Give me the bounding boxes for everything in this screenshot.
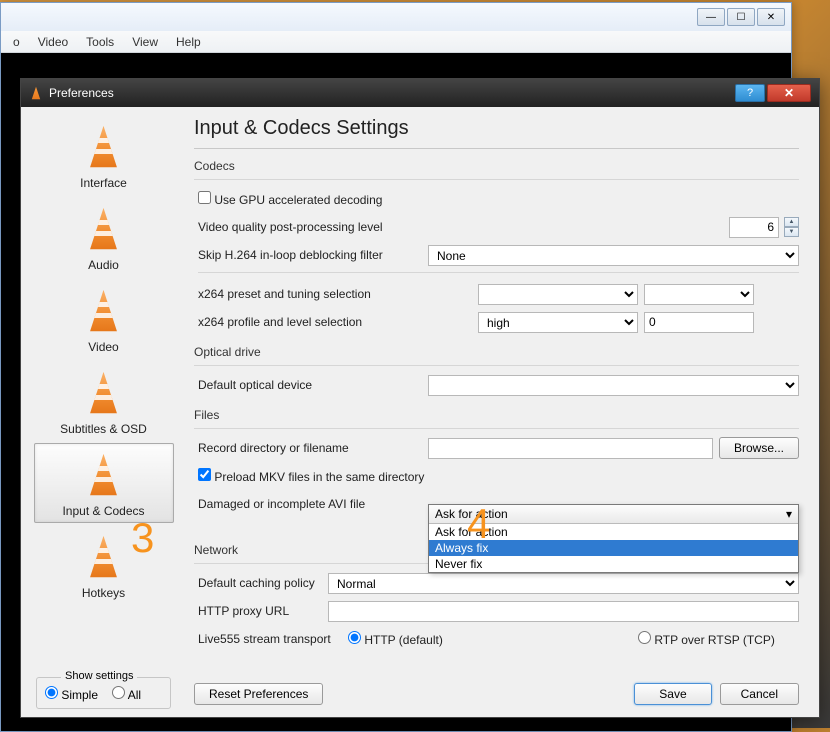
pref-titlebar: Preferences ? ✕ — [21, 79, 819, 107]
spinner-buttons[interactable]: ▲▼ — [784, 217, 799, 237]
cone-icon — [83, 371, 125, 415]
browse-button[interactable]: Browse... — [719, 437, 799, 459]
option-ask[interactable]: Ask for action — [429, 524, 798, 540]
group-optical: Optical drive Default optical device — [194, 345, 799, 396]
checkbox-gpu[interactable] — [198, 191, 211, 204]
menu-item[interactable]: Help — [168, 32, 209, 52]
spinner-video-quality[interactable] — [729, 217, 779, 238]
category-sidebar: Interface Audio Video Subtitles & OSD In… — [21, 107, 186, 717]
show-settings-group: Show settings Simple All — [36, 677, 171, 709]
chevron-down-icon: ▾ — [786, 507, 792, 521]
sidebar-item-input-codecs[interactable]: Input & Codecs — [34, 443, 174, 523]
page-title: Input & Codecs Settings — [194, 117, 799, 140]
cone-icon — [83, 125, 125, 169]
field-label: x264 preset and tuning selection — [198, 287, 478, 301]
window-title: Preferences — [49, 86, 114, 100]
radio-rtp[interactable]: RTP over RTSP (TCP) — [638, 631, 819, 647]
option-never-fix[interactable]: Never fix — [429, 556, 798, 572]
sidebar-item-subtitles[interactable]: Subtitles & OSD — [34, 361, 174, 441]
field-label: Skip H.264 in-loop deblocking filter — [198, 248, 428, 262]
input-record-path[interactable] — [428, 438, 713, 459]
sidebar-item-label: Input & Codecs — [37, 504, 171, 518]
sidebar-item-label: Video — [37, 340, 171, 354]
minimize-button[interactable]: — — [697, 8, 725, 26]
close-button[interactable]: ✕ — [767, 84, 811, 102]
field-label: Default caching policy — [198, 576, 328, 590]
reset-button[interactable]: Reset Preferences — [194, 683, 323, 705]
input-x264-level[interactable] — [644, 312, 754, 333]
select-skip-filter[interactable]: None — [428, 245, 799, 266]
cancel-button[interactable]: Cancel — [720, 683, 799, 705]
checkbox-preload-mkv[interactable] — [198, 468, 211, 481]
select-optical-device[interactable] — [428, 375, 799, 396]
input-proxy-url[interactable] — [328, 601, 799, 622]
main-panel: Input & Codecs Settings Codecs Use GPU a… — [186, 107, 819, 717]
cone-icon — [83, 207, 125, 251]
radio-all[interactable]: All — [112, 686, 141, 702]
select-x264-tuning[interactable] — [644, 284, 754, 305]
field-label: Default optical device — [198, 378, 428, 392]
checkbox-label: Preload MKV files in the same directory — [214, 470, 424, 484]
option-always-fix[interactable]: Always fix — [429, 540, 798, 556]
group-files: Files Record directory or filename Brows… — [194, 408, 799, 515]
sidebar-item-label: Audio — [37, 258, 171, 272]
select-caching[interactable]: Normal — [328, 573, 799, 594]
sidebar-item-label: Interface — [37, 176, 171, 190]
bg-menu: o Video Tools View Help — [1, 31, 791, 53]
show-settings-legend: Show settings — [61, 670, 137, 682]
checkbox-label: Use GPU accelerated decoding — [214, 193, 382, 207]
maximize-button[interactable]: ☐ — [727, 8, 755, 26]
bg-titlebar: — ☐ ✕ — [1, 3, 791, 31]
close-button[interactable]: ✕ — [757, 8, 785, 26]
field-label: Record directory or filename — [198, 441, 428, 455]
group-title: Codecs — [194, 159, 799, 173]
preferences-window: Preferences ? ✕ Interface Audio Video Su… — [20, 78, 820, 718]
help-button[interactable]: ? — [735, 84, 765, 102]
select-x264-profile[interactable]: high — [478, 312, 638, 333]
field-label: x264 profile and level selection — [198, 315, 478, 329]
footer: Reset Preferences Save Cancel — [194, 675, 799, 705]
cone-icon — [83, 535, 125, 579]
menu-item[interactable]: o — [5, 32, 28, 52]
cone-icon — [83, 453, 125, 497]
group-title: Optical drive — [194, 345, 799, 359]
sidebar-item-video[interactable]: Video — [34, 279, 174, 359]
menu-item[interactable]: Video — [30, 32, 76, 52]
save-button[interactable]: Save — [634, 683, 711, 705]
menu-item[interactable]: Tools — [78, 32, 122, 52]
radio-http[interactable]: HTTP (default) — [348, 631, 578, 647]
menu-item[interactable]: View — [124, 32, 166, 52]
group-title: Files — [194, 408, 799, 422]
select-avi-expanded[interactable]: Ask for action ▾ Ask for action Always f… — [428, 504, 799, 573]
field-label: Live555 stream transport — [198, 632, 348, 646]
sidebar-item-label: Subtitles & OSD — [37, 422, 171, 436]
sidebar-item-label: Hotkeys — [37, 586, 171, 600]
field-label: Damaged or incomplete AVI file — [198, 497, 428, 511]
field-label: HTTP proxy URL — [198, 604, 328, 618]
cone-icon — [83, 289, 125, 333]
radio-simple[interactable]: Simple — [45, 686, 98, 702]
app-icon — [29, 86, 43, 100]
group-codecs: Codecs Use GPU accelerated decoding Vide… — [194, 159, 799, 333]
sidebar-item-interface[interactable]: Interface — [34, 115, 174, 195]
select-x264-preset[interactable] — [478, 284, 638, 305]
sidebar-item-audio[interactable]: Audio — [34, 197, 174, 277]
sidebar-item-hotkeys[interactable]: Hotkeys — [34, 525, 174, 605]
selected-value: Ask for action — [435, 507, 508, 521]
field-label: Video quality post-processing level — [198, 220, 428, 234]
